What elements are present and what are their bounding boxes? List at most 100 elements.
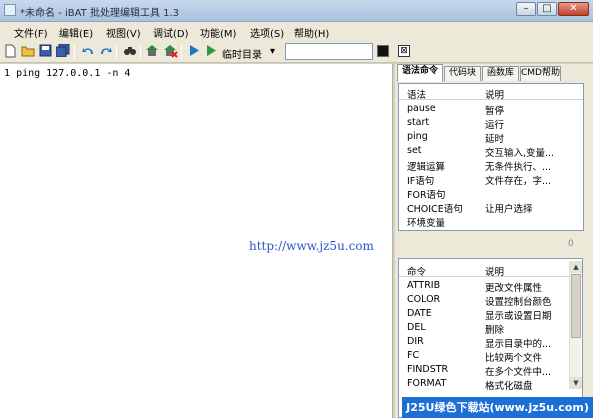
syntax-list-header: 语法 说明: [399, 84, 583, 101]
command-list-header: 命令 说明: [399, 261, 582, 278]
add-bookmark-icon[interactable]: [145, 44, 160, 59]
command-item-desc: 更改文件属性: [485, 283, 543, 294]
command-list-item[interactable]: DIR 显示目录中的...: [399, 335, 582, 350]
command-item-name: ATTRIB: [407, 280, 441, 291]
command-list-scrollbar[interactable]: ▲ ▼: [569, 261, 582, 389]
line-number: 1: [4, 68, 11, 79]
syntax-list-item[interactable]: pause 暂停: [399, 102, 583, 117]
run-in-temp-icon[interactable]: [203, 44, 218, 59]
syntax-list-item[interactable]: 逻辑运算 无条件执行、...: [399, 158, 583, 173]
menu-debug[interactable]: 调试(D): [153, 25, 189, 40]
syntax-item-desc: 交互输入,变量...: [485, 148, 555, 159]
scroll-down-arrow-icon[interactable]: ▼: [570, 377, 582, 389]
command-item-name: DATE: [407, 308, 432, 319]
syntax-item-name: 环境变量: [407, 218, 446, 229]
command-list-item[interactable]: FINDSTR 在多个文件中...: [399, 363, 582, 378]
command-item-name: DEL: [407, 322, 426, 333]
console-icon[interactable]: [377, 45, 389, 57]
toolbar-input[interactable]: [285, 43, 373, 60]
minimize-button[interactable]: –: [516, 2, 536, 16]
syntax-item-name: 逻辑运算: [407, 162, 446, 173]
command-item-name: COLOR: [407, 294, 441, 305]
command-item-desc: 格式化磁盘: [485, 381, 533, 392]
toolbar: 临时目录 ▾ ⊠: [0, 41, 593, 63]
temp-dir-dropdown[interactable]: ▾: [270, 46, 275, 57]
syntax-col-header[interactable]: 语法: [407, 87, 426, 101]
command-item-desc: 设置控制台颜色: [485, 297, 552, 308]
syntax-item-desc: 运行: [485, 120, 505, 131]
syntax-list-item[interactable]: set 交互输入,变量...: [399, 144, 583, 159]
save-all-icon[interactable]: [55, 43, 70, 59]
scrollbar-thumb[interactable]: [571, 274, 581, 338]
menu-help[interactable]: 帮助(H): [294, 25, 329, 40]
command-list-item[interactable]: FC 比较两个文件: [399, 349, 582, 364]
menu-bar: 文件(F) 编辑(E) 视图(V) 调试(D) 功能(M) 选项(S) 帮助(H…: [0, 22, 593, 41]
syntax-item-desc: 无条件执行、...: [485, 162, 552, 173]
code-line[interactable]: 1 ping 127.0.0.1 -n 4: [4, 68, 130, 79]
toolbar-separator: [116, 45, 117, 59]
command-item-name: DIR: [407, 336, 424, 347]
run-icon[interactable]: [186, 44, 201, 59]
syntax-item-name: CHOICE语句: [407, 204, 463, 215]
maximize-button[interactable]: □: [537, 2, 557, 16]
app-icon: [4, 4, 16, 16]
command-item-desc: 显示目录中的...: [485, 339, 552, 350]
result-counter: 0: [568, 239, 574, 249]
syntax-list-item[interactable]: IF语句 文件存在，字...: [399, 172, 583, 187]
syntax-list-item[interactable]: ping 延时: [399, 130, 583, 145]
command-list-item[interactable]: DEL 删除: [399, 321, 582, 336]
temp-dir-label[interactable]: 临时目录: [222, 46, 262, 61]
syntax-item-desc: 暂停: [485, 106, 505, 117]
scroll-up-arrow-icon[interactable]: ▲: [570, 261, 582, 273]
syntax-item-desc: 延时: [485, 134, 505, 145]
menu-file[interactable]: 文件(F): [14, 25, 48, 40]
command-list[interactable]: 命令 说明 ATTRIB 更改文件属性 COLOR 设置控制台颜色 DATE 显示或设置日…: [398, 258, 583, 418]
redo-icon[interactable]: [98, 44, 113, 59]
tab-cmd-help[interactable]: CMD帮助: [520, 66, 561, 81]
undo-icon[interactable]: [80, 44, 95, 59]
toolbar-separator: [181, 45, 182, 59]
toolbar-separator: [74, 45, 75, 59]
syntax-item-name: pause: [407, 103, 436, 114]
code-text[interactable]: ping 127.0.0.1 -n 4: [16, 68, 130, 79]
remove-bookmark-icon[interactable]: [163, 44, 178, 59]
tab-function-library[interactable]: 函数库: [482, 66, 519, 81]
syntax-list-item[interactable]: CHOICE语句 让用户选择: [399, 200, 583, 215]
syntax-list[interactable]: 语法 说明 pause 暂停 start 运行 ping 延时 set 交互输入,变量... 逻…: [398, 83, 584, 231]
command-list-item[interactable]: ATTRIB 更改文件属性: [399, 279, 582, 294]
syntax-item-name: IF语句: [407, 176, 435, 187]
syntax-item-name: FOR语句: [407, 190, 446, 201]
find-icon[interactable]: [122, 44, 137, 59]
command-col-header[interactable]: 命令: [407, 264, 426, 278]
menu-options[interactable]: 选项(S): [250, 25, 284, 40]
command-item-desc: 比较两个文件: [485, 353, 543, 364]
command-list-item[interactable]: COLOR 设置控制台颜色: [399, 293, 582, 308]
menu-function[interactable]: 功能(M): [200, 25, 236, 40]
command-list-item[interactable]: FORMAT 格式化磁盘: [399, 377, 582, 392]
command-list-item[interactable]: DATE 显示或设置日期: [399, 307, 582, 322]
close-button[interactable]: ✕: [558, 2, 589, 16]
tab-code-blocks[interactable]: 代码块: [444, 66, 481, 81]
syntax-item-name: start: [407, 117, 430, 128]
new-file-icon[interactable]: [3, 44, 18, 59]
open-folder-icon[interactable]: [20, 44, 35, 59]
save-icon[interactable]: [38, 44, 53, 59]
syntax-list-item[interactable]: FOR语句: [399, 186, 583, 201]
menu-edit[interactable]: 编辑(E): [59, 25, 93, 40]
syntax-list-item[interactable]: 环境变量: [399, 214, 583, 229]
menu-view[interactable]: 视图(V): [106, 25, 141, 40]
site-banner: J25U绿色下载站(www.jz5u.com): [402, 397, 593, 418]
syntax-item-name: set: [407, 145, 422, 156]
syntax-desc-col-header[interactable]: 说明: [485, 87, 504, 101]
grid-icon[interactable]: ⊠: [398, 45, 410, 57]
syntax-list-item[interactable]: start 运行: [399, 116, 583, 131]
command-item-name: FC: [407, 350, 420, 361]
title-bar: *未命名 - iBAT 批处理编辑工具 1.3 – □ ✕: [0, 0, 593, 22]
code-editor[interactable]: 1 ping 127.0.0.1 -n 4 http://www.jz5u.co…: [0, 64, 393, 418]
tab-syntax-commands[interactable]: 语法命令: [397, 64, 443, 82]
toolbar-separator: [140, 45, 141, 59]
watermark-text: http://www.jz5u.com: [249, 239, 374, 253]
command-desc-col-header[interactable]: 说明: [485, 264, 504, 278]
syntax-item-name: ping: [407, 131, 428, 142]
command-item-name: FORMAT: [407, 378, 447, 389]
